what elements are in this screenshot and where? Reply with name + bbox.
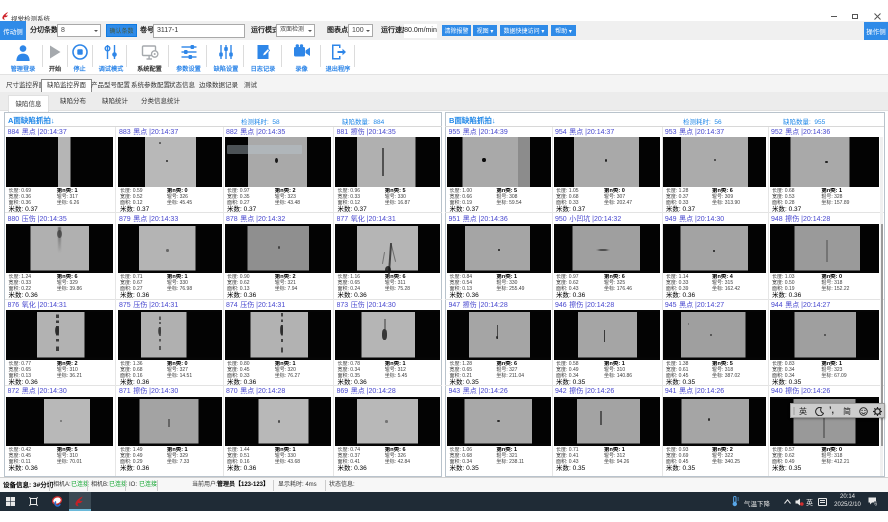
svg-text:6: 6: [874, 501, 877, 506]
